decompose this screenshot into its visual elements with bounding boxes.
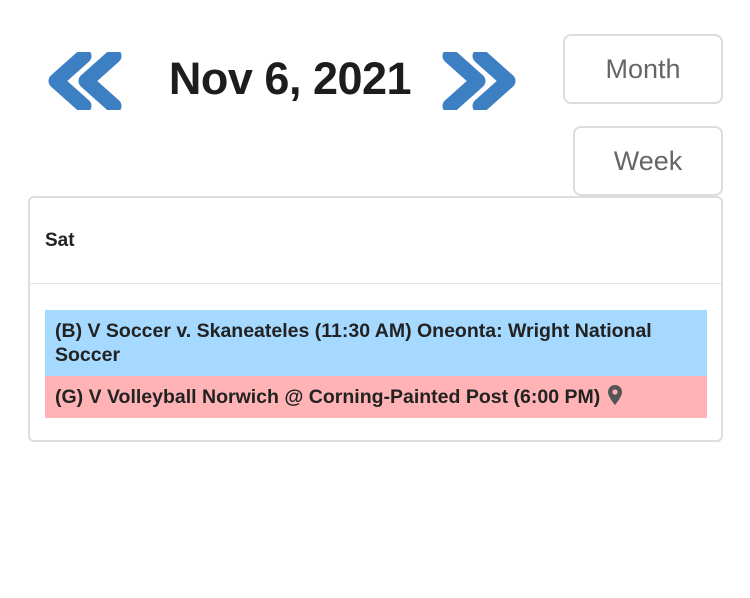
event-text: (B) V Soccer v. Skaneateles (11:30 AM) O… (55, 320, 652, 366)
double-chevron-left-icon (48, 48, 122, 114)
month-view-button[interactable]: Month (563, 34, 723, 104)
next-day-button[interactable] (440, 48, 518, 114)
day-panel: Sat (B) V Soccer v. Skaneateles (11:30 A… (28, 196, 723, 442)
event-soccer[interactable]: (B) V Soccer v. Skaneateles (11:30 AM) O… (45, 310, 707, 376)
current-date-title: Nov 6, 2021 (168, 53, 412, 104)
day-header: Sat (30, 198, 721, 284)
day-label: Sat (45, 230, 75, 251)
double-chevron-right-icon (442, 48, 516, 114)
week-view-button[interactable]: Week (573, 126, 723, 196)
previous-day-button[interactable] (46, 48, 124, 114)
event-volleyball[interactable]: (G) V Volleyball Norwich @ Corning-Paint… (45, 376, 707, 418)
map-pin-icon[interactable] (608, 385, 623, 406)
event-text: (G) V Volleyball Norwich @ Corning-Paint… (55, 386, 601, 408)
